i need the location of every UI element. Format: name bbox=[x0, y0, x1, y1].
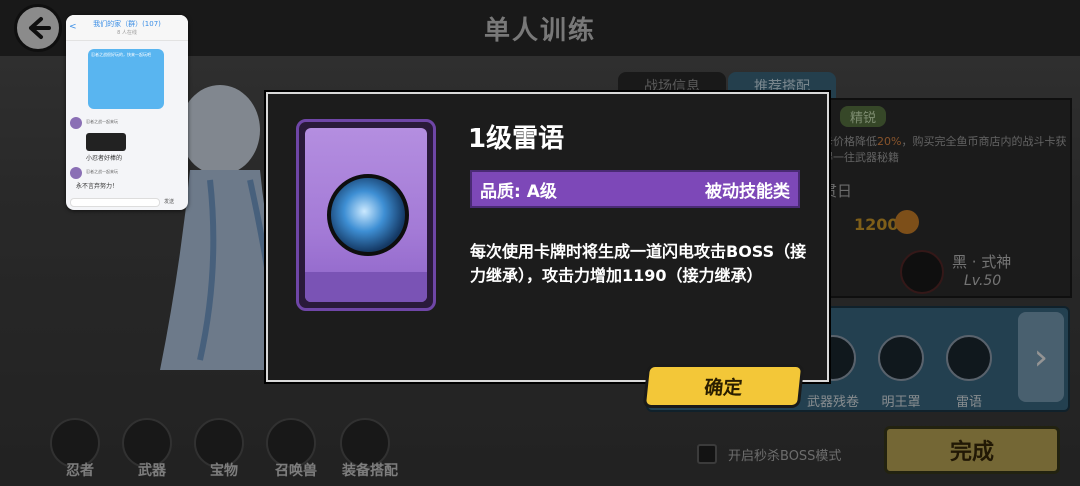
chat-bubble: 忍者之战很好玩的，快来一起玩吧 bbox=[88, 49, 164, 109]
chat-header: < 我们的家（群）(107) 8 人在线 bbox=[66, 15, 188, 41]
skill-quality-bar: 品质: A级 被动技能类 bbox=[470, 170, 800, 208]
chat-send-button[interactable]: 发送 bbox=[164, 198, 174, 205]
floating-chat-window[interactable]: < 我们的家（群）(107) 8 人在线 忍者之战很好玩的，快来一起玩吧 忍者之… bbox=[66, 15, 188, 210]
skill-name: 1级雷语 bbox=[468, 124, 565, 154]
skill-category: 被动技能类 bbox=[705, 181, 790, 202]
skill-card-footer bbox=[305, 272, 427, 302]
chat-subtitle: 8 人在线 bbox=[117, 30, 137, 36]
chat-title: 我们的家（群）(107) bbox=[93, 20, 161, 28]
chat-message: 忍者之战一起来玩 bbox=[86, 169, 118, 174]
chat-caption: 小忍者好棒的 bbox=[86, 155, 123, 162]
chat-image[interactable] bbox=[86, 133, 126, 151]
skill-card bbox=[296, 119, 436, 311]
avatar bbox=[70, 167, 82, 179]
chat-input[interactable] bbox=[70, 198, 160, 207]
confirm-button[interactable]: 确定 bbox=[642, 364, 805, 408]
chat-back-icon[interactable]: < bbox=[69, 22, 77, 32]
skill-card-face bbox=[305, 128, 427, 302]
chat-reply: 永不言弃努力！ bbox=[76, 183, 119, 190]
skill-quality: 品质: A级 bbox=[480, 181, 557, 202]
lightning-skill-icon bbox=[327, 174, 409, 256]
avatar bbox=[70, 117, 82, 129]
chat-message: 忍者之战一起来玩 bbox=[86, 119, 118, 124]
skill-description: 每次使用卡牌时将生成一道闪电攻击BOSS（接力继承），攻击力增加1190（接力继… bbox=[470, 242, 807, 285]
